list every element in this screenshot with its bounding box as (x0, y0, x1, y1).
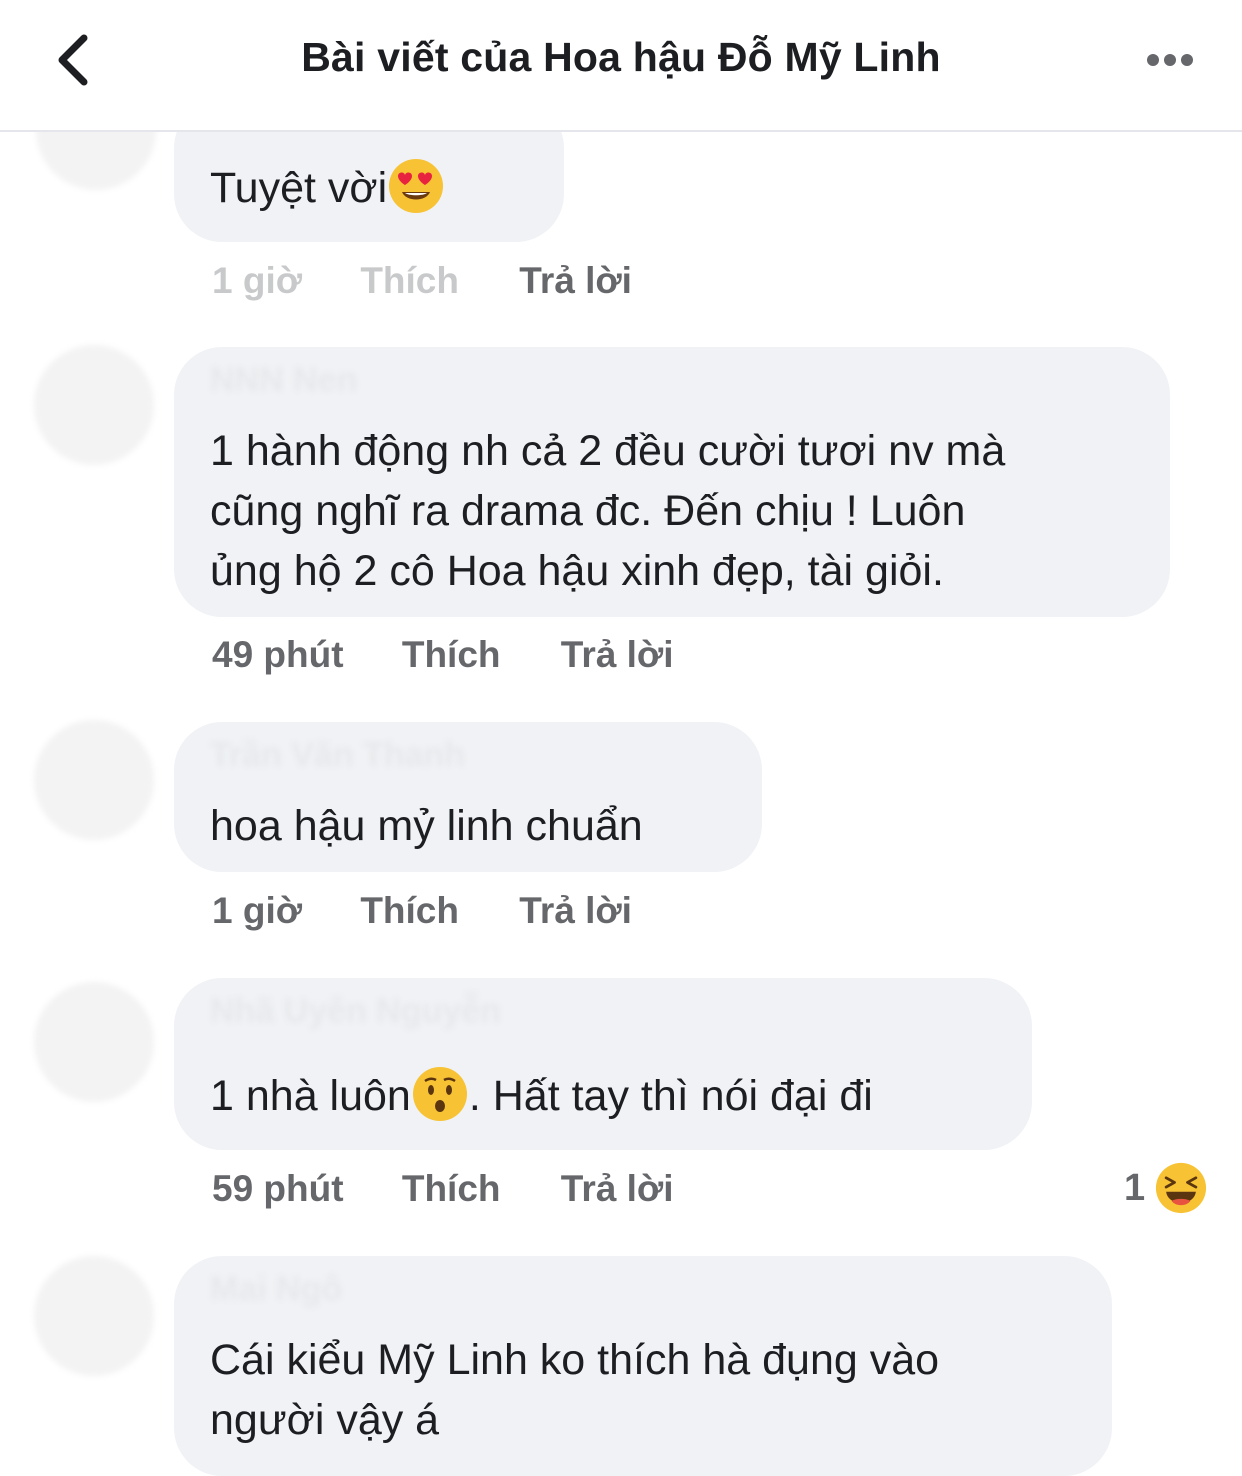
hushed-face-emoji-icon (412, 1067, 467, 1121)
comment-time: 59 phút (212, 1168, 344, 1209)
comment-text-line: người vậy á (210, 1396, 440, 1444)
comment-bubble[interactable]: NNN Nen 1 hành động nh cả 2 đều cười tươ… (174, 347, 1170, 617)
reaction-summary[interactable]: 1 (1124, 1162, 1208, 1214)
comment-text-line: Cái kiểu Mỹ Linh ko thích hà đụng vào (210, 1336, 940, 1384)
comment-meta: 59 phút Thích Trả lời (212, 1168, 673, 1210)
avatar[interactable] (34, 720, 154, 840)
comment-text-line: cũng nghĩ ra drama đc. Đến chịu ! Luôn (210, 487, 966, 535)
comment-author[interactable]: Trần Văn Thanh (210, 736, 465, 775)
comment-text-after: . Hất tay thì nói đại đi (468, 1072, 873, 1120)
comment-text: Tuyệt vời (210, 158, 445, 218)
more-dot-icon (1147, 54, 1159, 66)
comment-meta: 49 phút Thích Trả lời (212, 634, 673, 676)
comment-bubble[interactable]: Mai Ngô Cái kiểu Mỹ Linh ko thích hà đụn… (174, 1256, 1112, 1476)
more-dot-icon (1181, 54, 1193, 66)
reply-button[interactable]: Trả lời (561, 634, 674, 675)
like-button[interactable]: Thích (360, 890, 459, 931)
avatar[interactable] (34, 1256, 154, 1376)
comment-meta: 1 giờ Thích Trả lời (212, 890, 632, 932)
laughing-emoji-icon (1156, 1162, 1207, 1214)
top-bar: Bài viết của Hoa hậu Đỗ Mỹ Linh (0, 0, 1242, 132)
comment-meta: 1 giờ Thích Trả lời (212, 260, 632, 302)
comment-text-line: ủng hộ 2 cô Hoa hậu xinh đẹp, tài giỏi. (210, 547, 944, 595)
comment-text-content: Tuyệt vời (210, 164, 388, 212)
reply-button[interactable]: Trả lời (519, 260, 632, 301)
comment-bubble[interactable]: Nhã Uyên Nguyễn 1 nhà luôn . Hất tay thì… (174, 978, 1032, 1150)
heart-eyes-emoji-icon (389, 159, 444, 213)
like-button[interactable]: Thích (402, 1168, 501, 1209)
comment-text: 1 nhà luôn . Hất tay thì nói đại đi (210, 1066, 873, 1126)
comment-text-line: 1 hành động nh cả 2 đều cười tươi nv mà (210, 427, 1006, 475)
comment-text-before: 1 nhà luôn (210, 1072, 411, 1120)
reaction-count: 1 (1124, 1166, 1146, 1209)
comment-author[interactable]: Nhã Uyên Nguyễn (210, 992, 501, 1031)
avatar[interactable] (34, 345, 154, 465)
more-dot-icon (1164, 54, 1176, 66)
more-options-button[interactable] (1138, 38, 1202, 82)
comment-time: 1 giờ (212, 890, 303, 931)
comment-time: 1 giờ (212, 260, 303, 301)
page-title: Bài viết của Hoa hậu Đỗ Mỹ Linh (301, 34, 941, 80)
reply-button[interactable]: Trả lời (561, 1168, 674, 1209)
comment-author[interactable]: Mai Ngô (210, 1270, 342, 1309)
comment-author[interactable]: NNN Nen (210, 361, 357, 400)
comment-feed: Tuyệt vời 1 giờ Thích Trả lời NNN Nen 1 … (0, 0, 1242, 1476)
like-button[interactable]: Thích (402, 634, 501, 675)
avatar[interactable] (34, 982, 154, 1102)
comment-text: hoa hậu mỷ linh chuẩn (210, 802, 643, 850)
reply-button[interactable]: Trả lời (519, 890, 632, 931)
comment-bubble[interactable]: Trần Văn Thanh hoa hậu mỷ linh chuẩn (174, 722, 762, 872)
comment-time: 49 phút (212, 634, 344, 675)
like-button[interactable]: Thích (360, 260, 459, 301)
